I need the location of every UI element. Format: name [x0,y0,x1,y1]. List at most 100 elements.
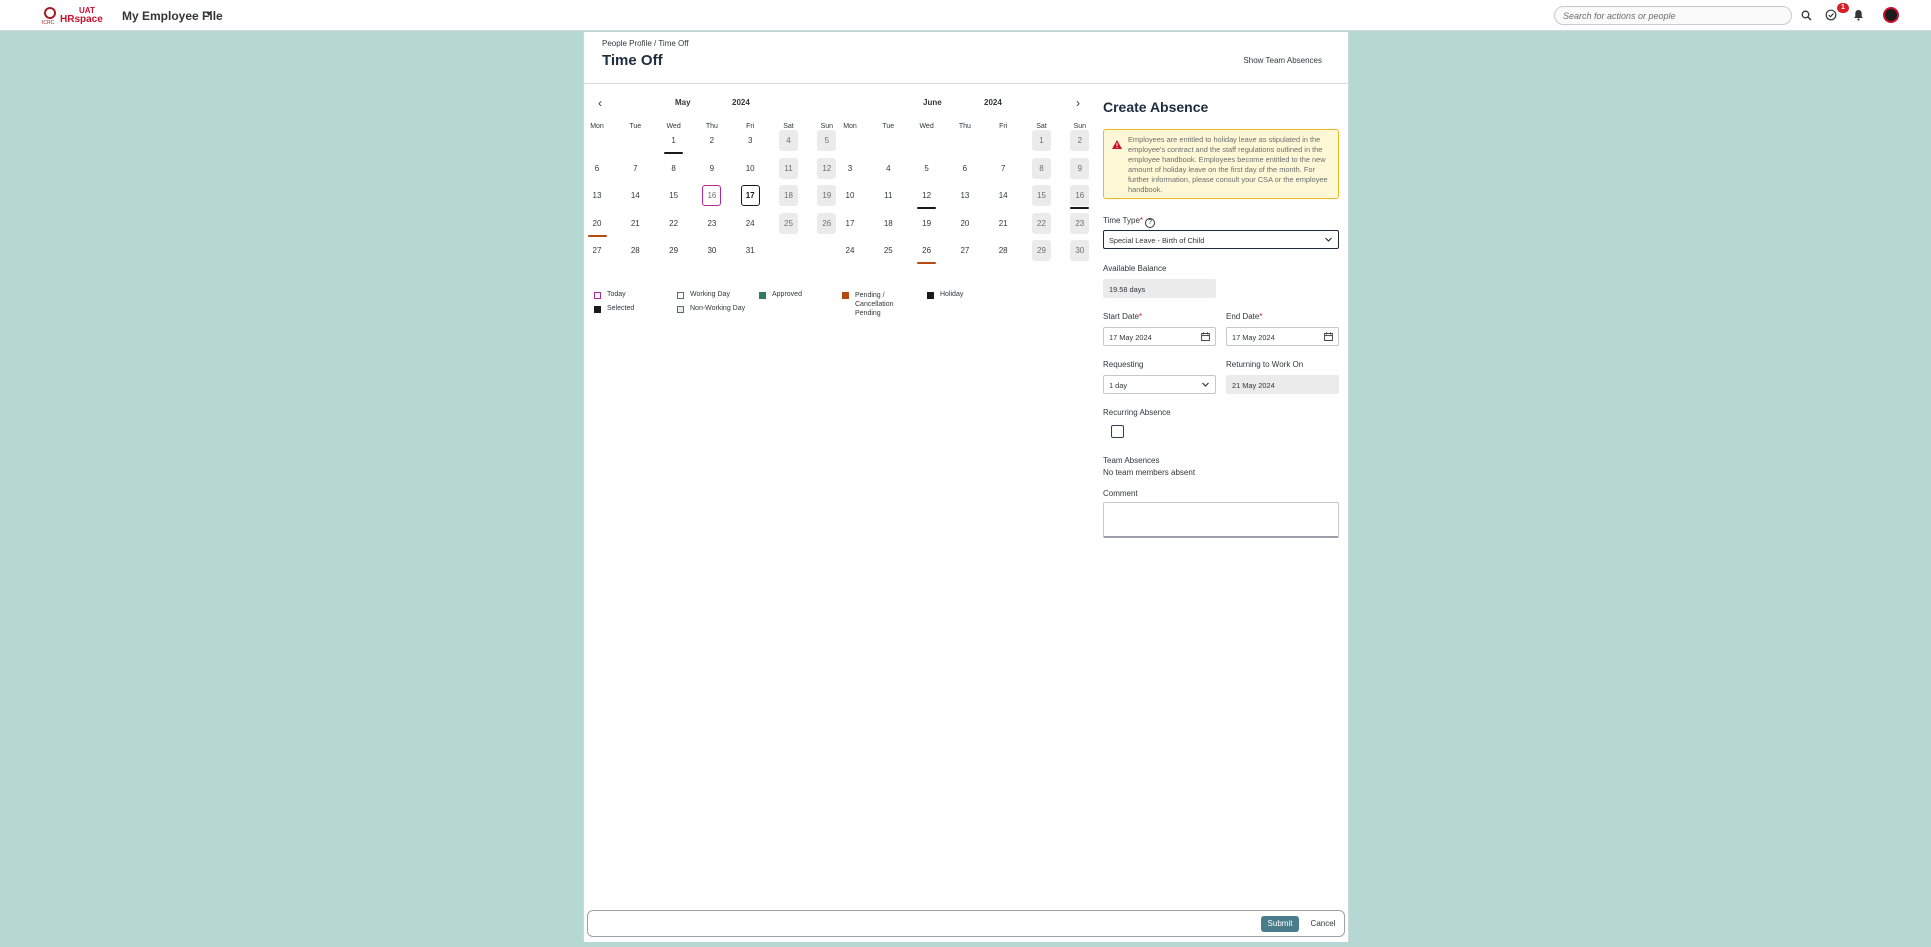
month-label[interactable]: May [675,98,691,107]
chevron-down-icon[interactable] [1324,235,1333,244]
time-type-label-text: Time Type [1103,216,1140,225]
calendar-icon[interactable] [1324,332,1333,341]
year-label[interactable]: 2024 [732,98,750,107]
calendar-day[interactable]: 30 [1070,240,1090,261]
calendar-day[interactable]: 24 [841,240,860,261]
calendar-day[interactable]: 30 [702,240,721,261]
calendar-day[interactable]: 10 [741,158,760,179]
calendar-day[interactable]: 21 [994,213,1013,234]
legend-label: Non-Working Day [690,305,746,312]
time-type-select[interactable]: Special Leave - Birth of Child [1103,230,1339,249]
calendar-day[interactable]: 21 [626,213,645,234]
calendar-day[interactable]: 17 [740,185,760,206]
comment-textarea[interactable] [1103,502,1339,538]
calendar-day[interactable]: 31 [741,240,760,261]
calendar-day[interactable]: 9 [1070,158,1090,179]
calendar-day[interactable]: 22 [664,213,683,234]
calendar-day[interactable]: 18 [879,213,898,234]
bell-icon[interactable] [1851,8,1865,22]
search-icon[interactable] [1799,8,1813,22]
calendar-day[interactable]: 13 [955,185,974,206]
previous-month-icon[interactable]: ‹ [598,96,602,110]
requesting-select[interactable]: 1 day [1103,375,1216,394]
calendar-day[interactable]: 3 [741,130,760,151]
calendar-day[interactable]: 12 [917,185,937,209]
calendar-day[interactable]: 5 [917,158,936,179]
caret-down-icon[interactable] [206,12,212,16]
calendar-day[interactable]: 4 [779,130,798,151]
calendar-day[interactable]: 22 [1032,213,1051,234]
search-input[interactable]: Search for actions or people [1554,6,1792,25]
calendar-day[interactable]: 25 [779,213,798,234]
calendar-day[interactable]: 19 [917,213,936,234]
calendar-day[interactable]: 5 [817,130,837,151]
calendar-day[interactable]: 26 [817,213,837,234]
submit-button[interactable]: Submit [1261,916,1299,932]
calendar-day[interactable]: 3 [841,158,860,179]
calendar-day[interactable]: 8 [1032,158,1051,179]
legend-swatch [594,306,601,313]
calendar-icon[interactable] [1201,332,1210,341]
chevron-down-icon[interactable] [1201,380,1210,389]
calendar-day[interactable]: 11 [879,185,898,206]
calendar-day[interactable]: 29 [1032,240,1051,261]
year-label[interactable]: 2024 [984,98,1002,107]
weekday-label: Thu [705,123,718,130]
calendar-day[interactable]: 6 [588,158,607,179]
calendar-day[interactable]: 27 [955,240,974,261]
calendar-day[interactable]: 13 [588,185,607,206]
calendar-day[interactable]: 15 [1032,185,1051,206]
calendar-day[interactable]: 8 [664,158,683,179]
time-off-card: People Profile / Time Off Time Off Show … [583,32,1349,942]
calendar-day[interactable]: 2 [702,130,721,151]
calendar-day[interactable]: 1 [1032,130,1051,151]
calendar-day[interactable]: 9 [702,158,721,179]
calendar-day[interactable]: 25 [879,240,898,261]
calendar-day[interactable]: 29 [664,240,683,261]
calendar-day[interactable]: 20 [587,213,607,237]
calendar-day[interactable]: 7 [626,158,645,179]
team-absences-label: Team Absences [1103,456,1160,465]
calendar-day[interactable]: 1 [664,130,684,154]
calendar-day[interactable]: 23 [702,213,721,234]
calendar-day[interactable]: 6 [955,158,974,179]
calendar-day[interactable]: 16 [1070,185,1090,209]
end-date-input[interactable]: 17 May 2024 [1226,327,1339,346]
legend-label: Holiday [940,291,964,298]
calendar-day[interactable]: 20 [955,213,974,234]
calendar-day[interactable]: 28 [994,240,1013,261]
calendar-day[interactable]: 27 [588,240,607,261]
next-month-icon[interactable]: › [1076,96,1080,110]
calendar-day[interactable]: 12 [817,158,837,179]
calendar-day[interactable]: 18 [779,185,798,206]
legend-item: Holiday [927,291,987,299]
calendar-day[interactable]: 4 [879,158,898,179]
cancel-button[interactable]: Cancel [1307,916,1339,932]
breadcrumb[interactable]: People Profile / Time Off [602,39,689,48]
help-icon[interactable]: ? [1145,218,1156,228]
calendar-day[interactable]: 7 [994,158,1013,179]
calendar-day[interactable]: 10 [841,185,860,206]
calendar-day[interactable]: 14 [994,185,1013,206]
legend-swatch [594,292,601,299]
calendar-day[interactable]: 23 [1070,213,1090,234]
calendar-day[interactable]: 14 [626,185,645,206]
calendar-day[interactable]: 19 [817,185,837,206]
start-date-input[interactable]: 17 May 2024 [1103,327,1216,346]
calendar-day[interactable]: 17 [841,213,860,234]
show-team-absences-link[interactable]: Show Team Absences [1243,56,1322,65]
weekday-label: Mon [590,123,604,130]
calendar-day[interactable]: 24 [741,213,760,234]
calendar-day[interactable]: 16 [702,185,722,206]
hrspace-logo[interactable]: ICRC UAT HRspace [40,5,103,27]
calendar-day[interactable]: 26 [917,240,937,264]
calendar-day[interactable]: 11 [779,158,798,179]
user-avatar[interactable] [1883,7,1899,23]
calendar-day[interactable]: 15 [664,185,683,206]
month-label[interactable]: June [923,98,942,107]
calendar-day[interactable]: 2 [1070,130,1090,151]
todo-icon[interactable] [1824,8,1838,22]
logo-name: HRspace [60,14,103,25]
calendar-day[interactable]: 28 [626,240,645,261]
recurring-absence-checkbox[interactable] [1111,425,1124,438]
